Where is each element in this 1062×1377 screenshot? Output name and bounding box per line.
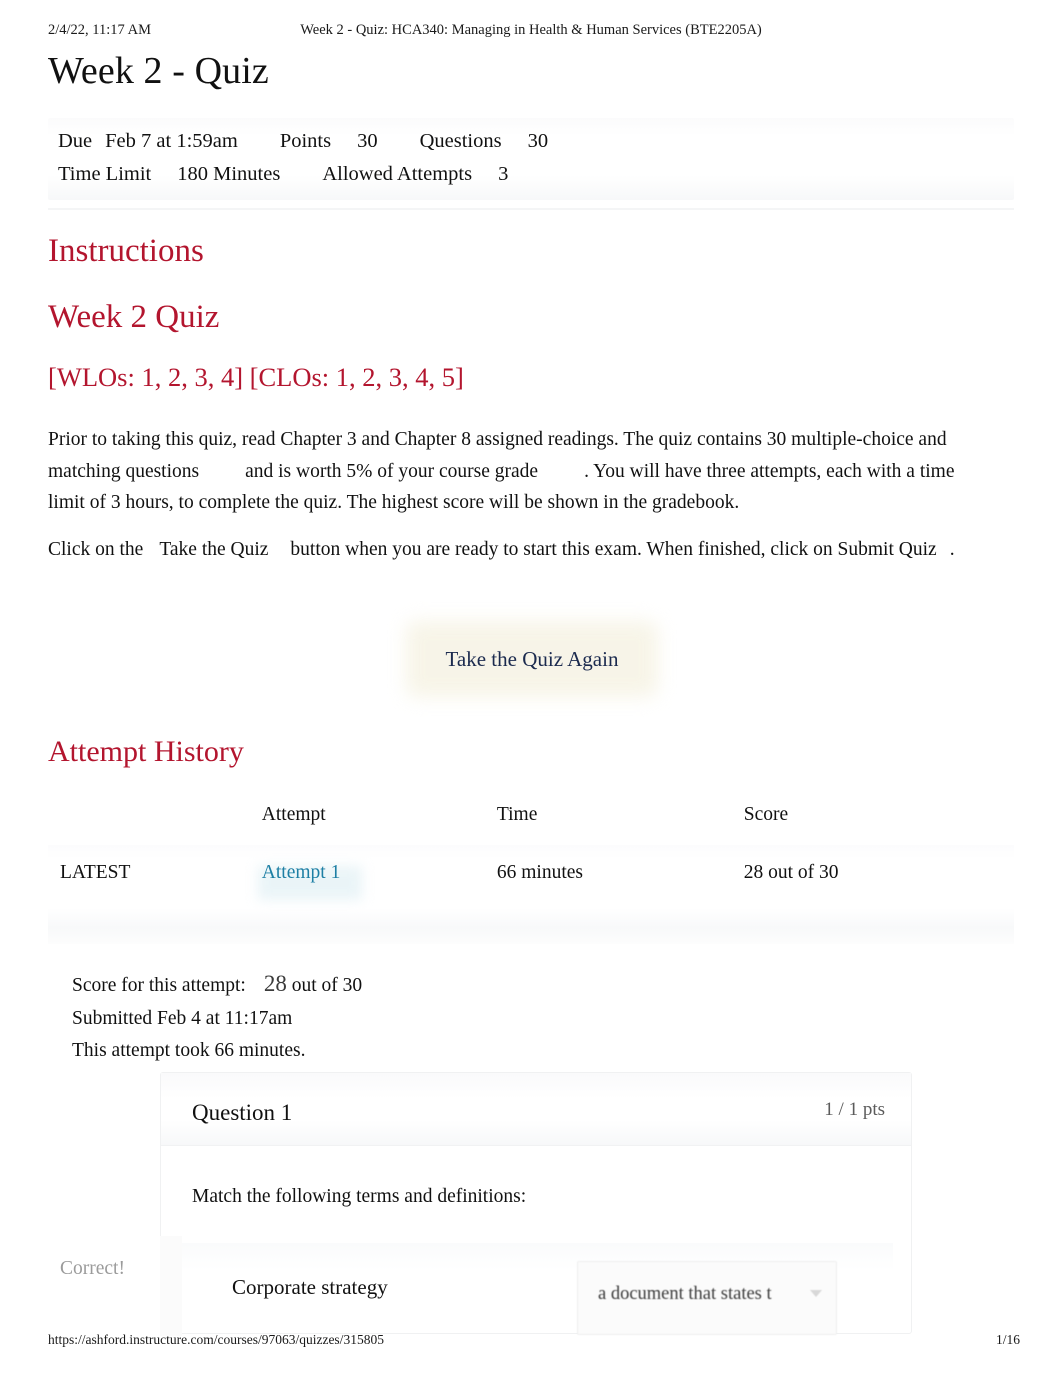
instructions-heading: Instructions — [48, 233, 204, 269]
questions-label: Questions — [419, 130, 502, 152]
score-out-of: out of 30 — [291, 975, 363, 996]
chevron-down-icon — [810, 1290, 822, 1297]
instructions-paragraph-1: Prior to taking this quiz, read Chapter … — [48, 424, 988, 519]
score-value: 28 — [263, 971, 287, 996]
due-label: Due — [58, 130, 93, 152]
allowed-attempts-value: 3 — [498, 163, 509, 185]
column-header-blank — [48, 798, 262, 842]
due-value: Feb 7 at 1:59am — [105, 130, 238, 152]
learning-outcomes-heading: [WLOs: 1, 2, 3, 4] [CLOs: 1, 2, 3, 4, 5] — [48, 362, 464, 392]
attempt-latest-flag: LATEST — [60, 862, 131, 883]
print-document-title: Week 2 - Quiz: HCA340: Managing in Healt… — [300, 22, 762, 38]
detail-divider — [48, 208, 1014, 210]
instructions-paragraph-2: Click on the Take the Quiz button when you… — [48, 534, 988, 566]
correct-indicator: Correct! — [60, 1258, 125, 1279]
click-text-part-3: . — [949, 539, 955, 560]
submitted-line: Submitted Feb 4 at 11:17am — [72, 1007, 293, 1029]
take-the-quiz-again-button[interactable]: Take the Quiz Again — [414, 633, 650, 685]
matching-answer-row: Corporate strategy a document that state… — [179, 1243, 893, 1335]
quiz-detail-row-1: Due Feb 7 at 1:59am Points 30 Questions 30 — [58, 130, 548, 153]
submit-quiz-emphasis: Submit Quiz — [837, 539, 937, 560]
print-footer-page-number: 1/16 — [995, 1332, 1020, 1347]
retake-quiz-button-wrapper[interactable]: Take the Quiz Again — [406, 621, 658, 697]
question-title: Question 1 — [192, 1100, 293, 1125]
attempt-1-link[interactable]: Attempt 1 — [262, 862, 341, 883]
quiz-detail-row-2: Time Limit 180 Minutes Allowed Attempts 3 — [58, 163, 508, 186]
score-for-this-attempt-line: Score for this attempt: 28 out of 30 — [72, 968, 362, 1003]
take-the-quiz-emphasis: Take the Quiz — [159, 539, 269, 560]
time-limit-value: 180 Minutes — [177, 163, 281, 185]
time-limit-label: Time Limit — [58, 163, 152, 185]
click-text-part-1: Click on the — [48, 539, 144, 560]
intro-text-part-2: and is worth 5% of your course grade — [245, 460, 539, 482]
click-text-part-2: button when you are ready to start this … — [290, 539, 833, 560]
questions-value: 30 — [527, 130, 549, 152]
attempt-table-footer-divider — [48, 908, 1014, 944]
attempt-score-value: 28 out of 30 — [743, 862, 839, 883]
table-row: LATEST Attempt 1 66 minutes 28 out of 30 — [48, 842, 1014, 904]
attempt-history-heading: Attempt History — [48, 735, 244, 768]
points-label: Points — [279, 130, 332, 152]
score-summary: Score for this attempt: 28 out of 30 Subm… — [72, 968, 362, 1068]
matching-answer-selected-value: a document that states t — [598, 1284, 772, 1304]
question-points: 1 / 1 pts — [824, 1099, 885, 1120]
attempt-time-value: 66 minutes — [496, 862, 584, 883]
attempt-history-table: Attempt Time Score LATEST Attempt 1 66 m… — [48, 798, 1014, 904]
page-title: Week 2 - Quiz — [48, 50, 269, 92]
matching-answer-select[interactable]: a document that states t — [577, 1261, 837, 1335]
column-header-time: Time — [496, 804, 538, 825]
score-label: Score for this attempt: — [72, 975, 246, 996]
column-header-score: Score — [743, 804, 789, 825]
print-footer-url: https://ashford.instructure.com/courses/… — [48, 1332, 384, 1347]
question-prompt: Match the following terms and definition… — [192, 1186, 527, 1207]
question-card: Question 1 1 / 1 pts Match the following… — [160, 1072, 912, 1335]
print-footer: https://ashford.instructure.com/courses/… — [0, 1332, 1062, 1354]
instructions-subheading: Week 2 Quiz — [48, 299, 220, 335]
points-value: 30 — [357, 130, 378, 152]
attempt-duration-line: This attempt took 66 minutes. — [72, 1040, 306, 1061]
question-correct-strip — [160, 1236, 182, 1336]
allowed-attempts-label: Allowed Attempts — [322, 163, 473, 185]
column-header-attempt: Attempt — [261, 804, 326, 825]
matching-term: Corporate strategy — [232, 1275, 388, 1299]
quiz-detail-band: Due Feb 7 at 1:59am Points 30 Questions 30 Ti… — [48, 118, 1014, 200]
print-header: 2/4/22, 11:17 AM Week 2 - Quiz: HCA340: … — [0, 22, 1062, 44]
attempt-table-header-row: Attempt Time Score — [48, 798, 1014, 842]
